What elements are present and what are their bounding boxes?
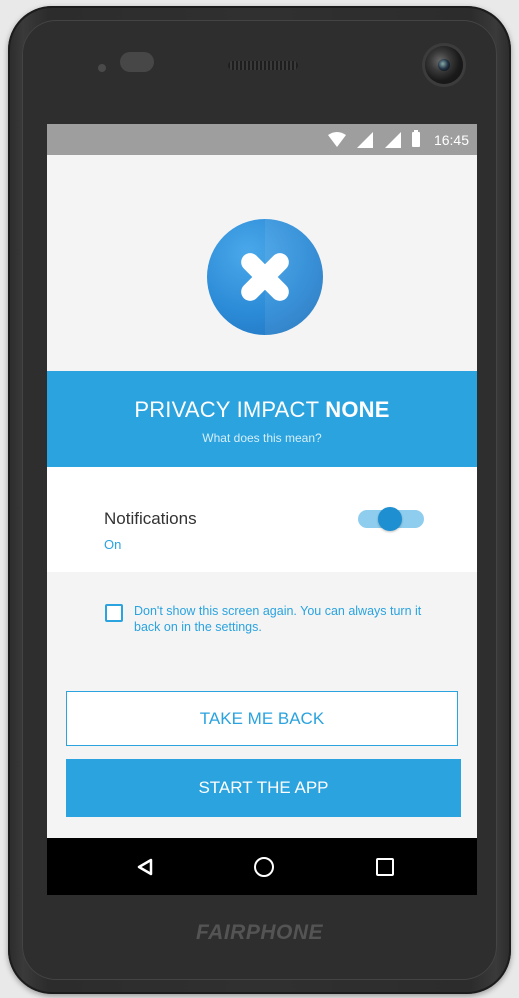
start-the-app-button[interactable]: START THE APP [66,759,461,817]
notifications-row: Notifications On [47,467,477,572]
dont-show-checkbox[interactable] [105,604,123,622]
wifi-icon [327,131,346,147]
privacy-impact-label: PRIVACY IMPACT [134,397,320,422]
privacy-impact-banner: PRIVACY IMPACT NONE What does this mean? [47,371,477,467]
status-bar: 16:45 [47,124,477,155]
take-me-back-button[interactable]: TAKE ME BACK [66,691,458,746]
signal-icon-2 [384,131,401,148]
camera-lens [438,59,450,71]
toggle-knob [378,507,402,531]
status-icons: 16:45 [327,124,469,155]
battery-icon [411,130,420,147]
dont-show-label[interactable]: Don't show this screen again. You can al… [134,603,444,635]
privacy-help-link[interactable]: What does this mean? [47,431,477,445]
notifications-toggle[interactable] [358,507,424,531]
privacy-impact-title: PRIVACY IMPACT NONE [47,397,477,423]
proximity-sensor [98,64,106,72]
home-icon[interactable] [254,857,274,877]
privacy-impact-level: NONE [325,397,390,422]
signal-icon [356,131,373,148]
brand-logo: FAIRPHONE [195,921,323,944]
hero-section [47,155,477,371]
close-icon [207,219,323,335]
recents-icon[interactable] [376,858,394,876]
front-camera [425,46,463,84]
notifications-state: On [104,537,122,552]
screen: 16:45 PRIVACY IMPACT NONE What does this … [47,124,477,895]
light-sensor [120,52,154,72]
status-time: 16:45 [433,131,469,148]
notifications-label: Notifications [104,509,197,528]
navigation-bar [47,838,477,895]
back-icon[interactable] [136,858,154,876]
earpiece-speaker [228,61,298,70]
